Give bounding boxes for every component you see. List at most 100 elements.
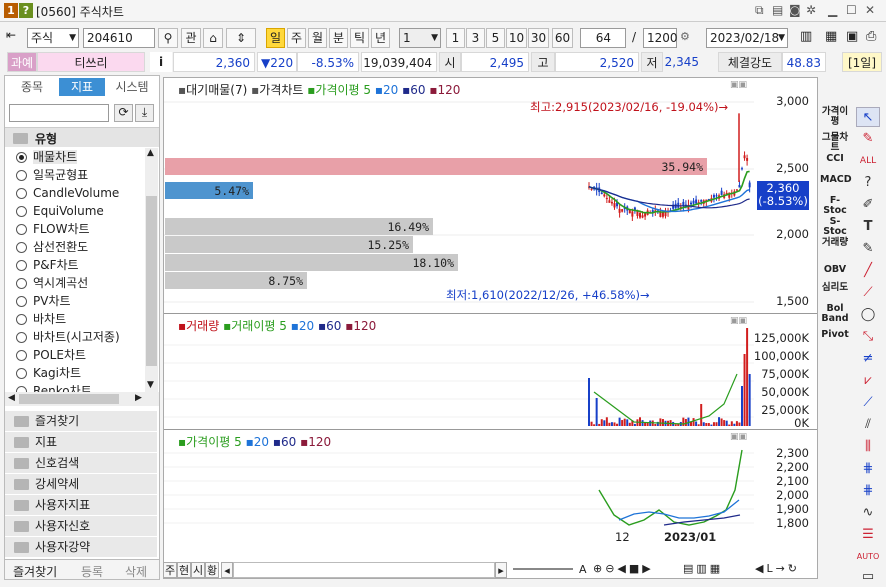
pen-icon[interactable]: ✐ — [856, 195, 880, 215]
radio-icon[interactable] — [16, 242, 27, 253]
volume-plot[interactable] — [164, 314, 754, 430]
chart-area[interactable]: ▪대기매물(7) ▪가격차트 ▪가격이평 5 ▪20 ▪60 ▪120 ▣▣ 3… — [163, 77, 818, 579]
settings-icon[interactable]: ⚙ — [680, 30, 690, 43]
scroll-down-icon[interactable]: ▼ — [147, 380, 154, 390]
indicator-shortcut[interactable]: Pivot — [820, 330, 850, 340]
tree-item[interactable]: 일목균형표 — [16, 167, 88, 184]
scroll-up-icon[interactable]: ▲ — [147, 148, 154, 158]
tree-item[interactable]: Renko차트 — [16, 383, 92, 392]
tree-item[interactable]: 역시계곡선 — [16, 275, 88, 292]
period-button[interactable]: 월 — [308, 28, 327, 48]
tree-item[interactable]: Kagi차트 — [16, 365, 81, 382]
radio-icon[interactable] — [16, 296, 27, 307]
tab-stock[interactable]: 종목 — [7, 78, 57, 96]
indicator-shortcut[interactable]: 가격이평 — [820, 107, 850, 127]
interval-button[interactable]: 10 — [506, 28, 527, 48]
restore-icon[interactable]: ⧉ — [755, 3, 764, 18]
radio-icon[interactable] — [16, 224, 27, 235]
period-button[interactable]: 분 — [329, 28, 348, 48]
marker-icon[interactable]: ✎ — [856, 239, 880, 259]
volume-panel[interactable]: ▪거래량 ▪거래이평 5 ▪20 ▪60 ▪120 ▣▣ 125,000K 100… — [164, 314, 817, 430]
radio-icon[interactable] — [16, 170, 27, 181]
folder-item[interactable]: 사용자지표 — [5, 494, 157, 515]
price-panel[interactable]: ▪대기매물(7) ▪가격차트 ▪가격이평 5 ▪20 ▪60 ▪120 ▣▣ 3… — [164, 78, 817, 314]
grid-icon[interactable]: ▦ — [825, 29, 837, 44]
fibo-icon[interactable]: ⫼ — [856, 437, 880, 457]
window-number-badge[interactable]: 1 — [4, 3, 18, 18]
indicator-search-input[interactable] — [9, 104, 109, 122]
interval-button[interactable]: 30 — [528, 28, 549, 48]
period-button[interactable]: 일 — [266, 28, 285, 48]
nav-icons[interactable]: ◀L→↻ — [755, 562, 800, 575]
info-icon[interactable]: i — [150, 52, 172, 72]
indicator-shortcut[interactable]: OBV — [820, 265, 850, 275]
tree-item[interactable]: 삼선전환도 — [16, 239, 88, 256]
chart-hscroll[interactable] — [233, 562, 495, 578]
refresh-icon[interactable]: ⟳ — [114, 104, 133, 122]
scroll-right-icon[interactable]: ▶ — [135, 393, 142, 403]
help-icon[interactable]: ? — [856, 173, 880, 193]
radio-icon[interactable] — [16, 188, 27, 199]
zoom-icons[interactable]: ⊕⊖◀■▶ — [593, 562, 654, 575]
line-icon[interactable]: ╱ — [856, 261, 880, 281]
tab-system[interactable]: 시스템 — [107, 78, 157, 96]
register-button[interactable]: 등록 — [81, 563, 103, 580]
radio-icon[interactable] — [16, 206, 27, 217]
indicator-shortcut[interactable]: MACD — [820, 175, 852, 185]
text-format-button[interactable]: A — [579, 563, 587, 576]
tree-group-header[interactable]: 유형 — [5, 127, 159, 147]
hscroll-thumb[interactable] — [19, 394, 119, 404]
tab-weekly[interactable]: 주 — [163, 562, 177, 578]
interval-button[interactable]: 1 — [446, 28, 465, 48]
radio-icon[interactable] — [16, 350, 27, 361]
tab-current[interactable]: 현 — [177, 562, 191, 578]
tab-indicator[interactable]: 지표 — [59, 78, 105, 96]
print-icon[interactable]: ⎙ — [866, 29, 876, 44]
tree-item[interactable]: FLOW차트 — [16, 221, 90, 238]
folder-item[interactable]: 지표 — [5, 431, 157, 452]
folder-item[interactable]: 사용자강약 — [5, 536, 157, 557]
radio-icon[interactable] — [16, 278, 27, 289]
interval-button[interactable]: 60 — [552, 28, 573, 48]
tree-item[interactable]: 바차트(시고저종) — [16, 329, 120, 346]
tree-scrollbar[interactable]: ▲ ▼ — [145, 148, 158, 392]
cross-icon[interactable]: ⋕ — [856, 459, 880, 479]
radio-icon[interactable] — [16, 260, 27, 271]
download-icon[interactable]: ⤓ — [135, 104, 154, 122]
document-icon[interactable]: ▤ — [772, 3, 783, 17]
tab-status[interactable]: 황 — [205, 562, 219, 578]
zoom-slider[interactable] — [513, 568, 573, 570]
delete-button[interactable]: 삭제 — [125, 563, 147, 580]
auto-icon[interactable]: AUTO — [856, 547, 880, 567]
indicator-shortcut[interactable]: 거래량 — [820, 238, 850, 248]
tree-item[interactable]: P&F차트 — [16, 257, 79, 274]
interval-button[interactable]: 5 — [486, 28, 505, 48]
radio-icon[interactable] — [16, 152, 27, 163]
period-button[interactable]: 년 — [371, 28, 390, 48]
camera-icon[interactable]: ◙ — [789, 3, 801, 17]
tree-item[interactable]: 바차트 — [16, 311, 66, 328]
eraser-icon[interactable]: ✎ — [856, 129, 880, 149]
radio-icon[interactable] — [16, 368, 27, 379]
radio-icon[interactable] — [16, 314, 27, 325]
date-picker[interactable]: 2023/02/18 ▼ — [706, 28, 788, 48]
folder-item[interactable]: 즐겨찾기 — [5, 410, 157, 431]
indicator-shortcut[interactable]: 그물차트 — [820, 133, 850, 153]
max-count-input[interactable]: 1200 — [643, 28, 678, 48]
pin-icon[interactable]: ⇤ — [6, 28, 16, 42]
level-icon[interactable]: ☰ — [856, 525, 880, 545]
folder-item[interactable]: 사용자신호 — [5, 515, 157, 536]
updown-icon[interactable]: ⇕ — [226, 28, 256, 48]
grid-lines-icon[interactable]: ⋕ — [856, 481, 880, 501]
interval-button[interactable]: 3 — [466, 28, 485, 48]
text-icon[interactable]: T — [856, 217, 880, 237]
export-icons[interactable]: ▤▥▦ — [683, 562, 723, 575]
building-icon[interactable]: ▥ — [800, 29, 812, 44]
wave-icon[interactable]: ∿ — [856, 503, 880, 523]
save-icon[interactable]: ▣ — [846, 29, 858, 44]
fan-icon[interactable]: ⟋ — [856, 393, 880, 413]
ray-icon[interactable]: ⟋ — [856, 283, 880, 303]
help-badge[interactable]: ? — [19, 3, 33, 18]
scroll-right-icon[interactable]: ▸ — [495, 562, 507, 578]
scroll-left-icon[interactable]: ◀ — [8, 393, 15, 403]
